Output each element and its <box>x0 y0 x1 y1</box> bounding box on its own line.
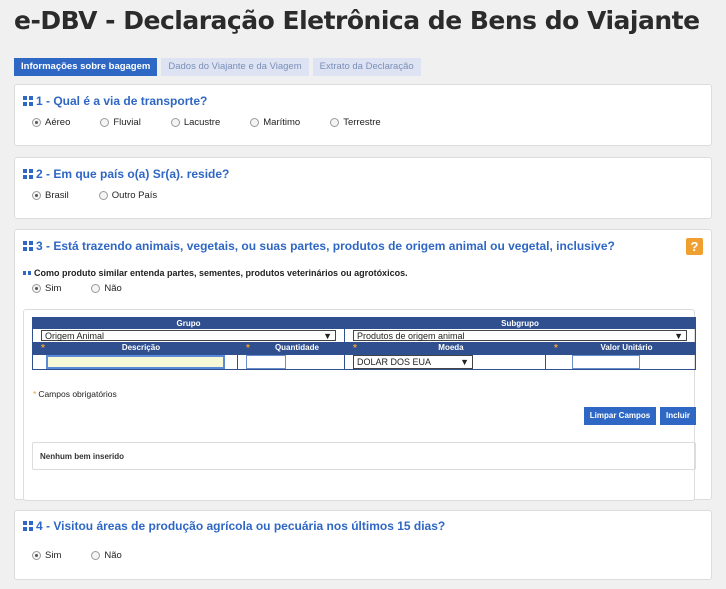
tab-extrato[interactable]: Extrato da Declaração <box>312 58 421 76</box>
residence-radio-group: Brasil Outro País <box>32 190 187 201</box>
descricao-input[interactable] <box>45 355 225 369</box>
grid-icon <box>23 521 33 531</box>
question-4-title: 4 - Visitou áreas de produção agrícola o… <box>23 519 445 533</box>
radio-q3-sim[interactable]: Sim <box>32 283 61 294</box>
items-list: Nenhum bem inserido <box>32 442 696 470</box>
caret-down-icon: ▼ <box>460 357 469 367</box>
subgrupo-header: Subgrupo <box>344 317 696 329</box>
tab-informacoes-bagagem[interactable]: Informações sobre bagagem <box>14 58 158 76</box>
question-2-title: 2 - Em que país o(a) Sr(a). reside? <box>23 167 229 181</box>
required-fields-note: * Campos obrigatórios <box>33 389 117 399</box>
grid-icon <box>23 169 33 179</box>
goods-form: Grupo Subgrupo Origem Animal ▼ Produtos d… <box>23 309 696 501</box>
grid-icon <box>23 241 33 251</box>
quantidade-input[interactable] <box>246 355 286 369</box>
valor-header: * Valor Unitário <box>545 342 696 355</box>
required-star-icon: * <box>33 389 37 399</box>
question-1-panel: 1 - Qual é a via de transporte? Aéreo Fl… <box>14 84 712 146</box>
grupo-header: Grupo <box>32 317 345 329</box>
radio-fluvial[interactable]: Fluvial <box>100 117 141 128</box>
radio-button[interactable] <box>170 118 180 127</box>
valor-cell <box>545 354 696 370</box>
moeda-select[interactable]: DOLAR DOS EUA ▼ <box>353 355 473 369</box>
grupo-cell: Origem Animal ▼ <box>32 328 345 343</box>
valor-input[interactable] <box>572 355 640 369</box>
grid-icon <box>23 96 33 106</box>
question-2-panel: 2 - Em que país o(a) Sr(a). reside? Bras… <box>14 157 712 219</box>
question-3-title: 3 - Está trazendo animais, vegetais, ou … <box>23 239 615 253</box>
radio-button[interactable] <box>330 118 340 127</box>
radio-button[interactable] <box>32 284 41 293</box>
radio-button[interactable] <box>32 551 41 560</box>
help-icon[interactable]: ? <box>686 238 703 255</box>
descricao-header: * Descrição <box>32 342 238 355</box>
required-star-icon: * <box>41 343 45 354</box>
question-3-panel: 3 - Está trazendo animais, vegetais, ou … <box>14 229 712 501</box>
clear-fields-button[interactable]: Limpar Campos <box>584 407 656 425</box>
product-note: Como produto similar entenda partes, sem… <box>23 268 408 278</box>
descricao-cell <box>32 354 238 370</box>
radio-lacustre[interactable]: Lacustre <box>170 117 220 128</box>
radio-button[interactable] <box>98 191 108 200</box>
radio-q4-nao[interactable]: Não <box>91 550 122 561</box>
radio-q4-sim[interactable]: Sim <box>32 550 61 561</box>
quantidade-cell <box>237 354 345 370</box>
required-star-icon: * <box>554 343 558 354</box>
caret-down-icon: ▼ <box>674 330 683 341</box>
radio-button[interactable] <box>100 118 110 127</box>
radio-terrestre[interactable]: Terrestre <box>330 117 381 128</box>
bullet-icon <box>23 271 31 275</box>
radio-button[interactable] <box>91 284 101 293</box>
animals-radio-group: Sim Não <box>32 283 152 294</box>
radio-maritimo[interactable]: Marítimo <box>250 117 300 128</box>
add-item-button[interactable]: Incluir <box>660 407 696 425</box>
transport-radio-group: Aéreo Fluvial Lacustre Marítimo Terrestr… <box>32 117 411 128</box>
radio-button[interactable] <box>250 118 260 127</box>
moeda-header: * Moeda <box>344 342 546 355</box>
tab-bar: Informações sobre bagagem Dados do Viaja… <box>14 58 421 76</box>
radio-q3-nao[interactable]: Não <box>91 283 122 294</box>
question-4-panel: 4 - Visitou áreas de produção agrícola o… <box>14 510 712 580</box>
radio-button[interactable] <box>32 191 41 200</box>
grupo-select[interactable]: Origem Animal ▼ <box>41 330 336 341</box>
required-star-icon: * <box>353 343 357 354</box>
subgrupo-select[interactable]: Produtos de origem animal ▼ <box>353 330 687 341</box>
required-star-icon: * <box>246 343 250 354</box>
radio-button[interactable] <box>32 118 41 127</box>
question-1-title: 1 - Qual é a via de transporte? <box>23 94 207 108</box>
caret-down-icon: ▼ <box>323 330 332 341</box>
visited-radio-group: Sim Não <box>32 550 152 561</box>
quantidade-header: * Quantidade <box>237 342 345 355</box>
goods-table: Grupo Subgrupo Origem Animal ▼ Produtos d… <box>32 317 696 370</box>
tab-dados-viajante[interactable]: Dados do Viajante e da Viagem <box>161 58 309 76</box>
radio-brasil[interactable]: Brasil <box>32 190 69 201</box>
radio-button[interactable] <box>91 551 101 560</box>
subgrupo-cell: Produtos de origem animal ▼ <box>344 328 696 343</box>
radio-outro-pais[interactable]: Outro País <box>98 190 157 201</box>
radio-aereo[interactable]: Aéreo <box>32 117 70 128</box>
page-title: e-DBV - Declaração Eletrônica de Bens do… <box>14 6 700 35</box>
moeda-cell: DOLAR DOS EUA ▼ <box>344 354 546 370</box>
